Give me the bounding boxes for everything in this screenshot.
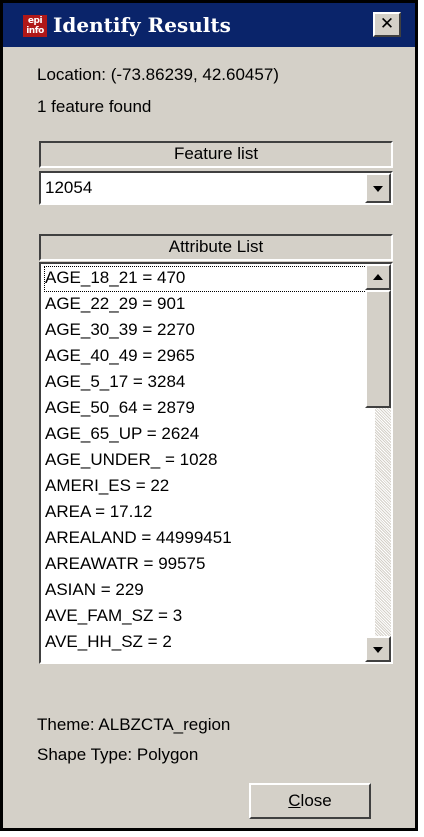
list-item[interactable]: AGE_50_64 = 2879 xyxy=(44,396,375,422)
shape-type-text: Shape Type: Polygon xyxy=(37,745,199,764)
list-item[interactable]: AREAWATR = 99575 xyxy=(44,552,375,578)
list-item[interactable]: AREA = 17.12 xyxy=(44,500,375,526)
scroll-down-button[interactable] xyxy=(365,636,391,662)
title-bar[interactable]: epi info Identify Results ✕ xyxy=(3,3,415,47)
epi-info-logo-icon: epi info xyxy=(23,15,47,37)
dropdown-button[interactable] xyxy=(365,173,391,203)
feature-list-header: Feature list xyxy=(39,141,393,168)
theme-text: Theme: ALBZCTA_region xyxy=(37,715,231,734)
close-button[interactable]: Close xyxy=(249,783,371,819)
scroll-up-button[interactable] xyxy=(365,264,391,290)
window-title: Identify Results xyxy=(53,13,231,37)
attribute-list-header: Attribute List xyxy=(39,234,393,261)
feature-list-value: 12054 xyxy=(45,178,93,197)
scrollbar-thumb[interactable] xyxy=(365,290,391,408)
scroll-up-icon xyxy=(373,274,383,280)
list-item[interactable]: AGE_30_39 = 2270 xyxy=(44,318,375,344)
close-label-rest: lose xyxy=(300,791,332,810)
list-item[interactable]: AMERI_ES = 22 xyxy=(44,474,375,500)
list-item[interactable]: AGE_18_21 = 470 xyxy=(44,266,375,292)
list-item[interactable]: AGE_40_49 = 2965 xyxy=(44,344,375,370)
location-text: Location: (-73.86239, 42.60457) xyxy=(37,65,279,84)
feature-list-dropdown[interactable]: 12054 xyxy=(39,171,393,205)
close-x-icon[interactable]: ✕ xyxy=(373,12,401,37)
attribute-list[interactable]: AGE_18_21 = 470 AGE_22_29 = 901 AGE_30_3… xyxy=(39,262,393,664)
logo-text-bottom: info xyxy=(26,26,44,36)
list-item[interactable]: AGE_UNDER_ = 1028 xyxy=(44,448,375,474)
list-item[interactable]: AGE_22_29 = 901 xyxy=(44,292,375,318)
logo-text-top: epi xyxy=(27,16,43,26)
chevron-down-icon xyxy=(373,186,383,192)
list-item[interactable]: AVE_FAM_SZ = 3 xyxy=(44,604,375,630)
feature-count-text: 1 feature found xyxy=(37,97,152,116)
list-item[interactable]: AVE_HH_SZ = 2 xyxy=(44,630,375,656)
list-item[interactable]: AGE_5_17 = 3284 xyxy=(44,370,375,396)
identify-results-window: epi info Identify Results ✕ Location: (-… xyxy=(0,0,418,831)
close-mnemonic: C xyxy=(288,791,301,810)
list-item[interactable]: AREALAND = 44999451 xyxy=(44,526,375,552)
list-item[interactable]: AGE_65_UP = 2624 xyxy=(44,422,375,448)
list-item[interactable]: ASIAN = 229 xyxy=(44,578,375,604)
scroll-down-icon xyxy=(373,647,383,653)
